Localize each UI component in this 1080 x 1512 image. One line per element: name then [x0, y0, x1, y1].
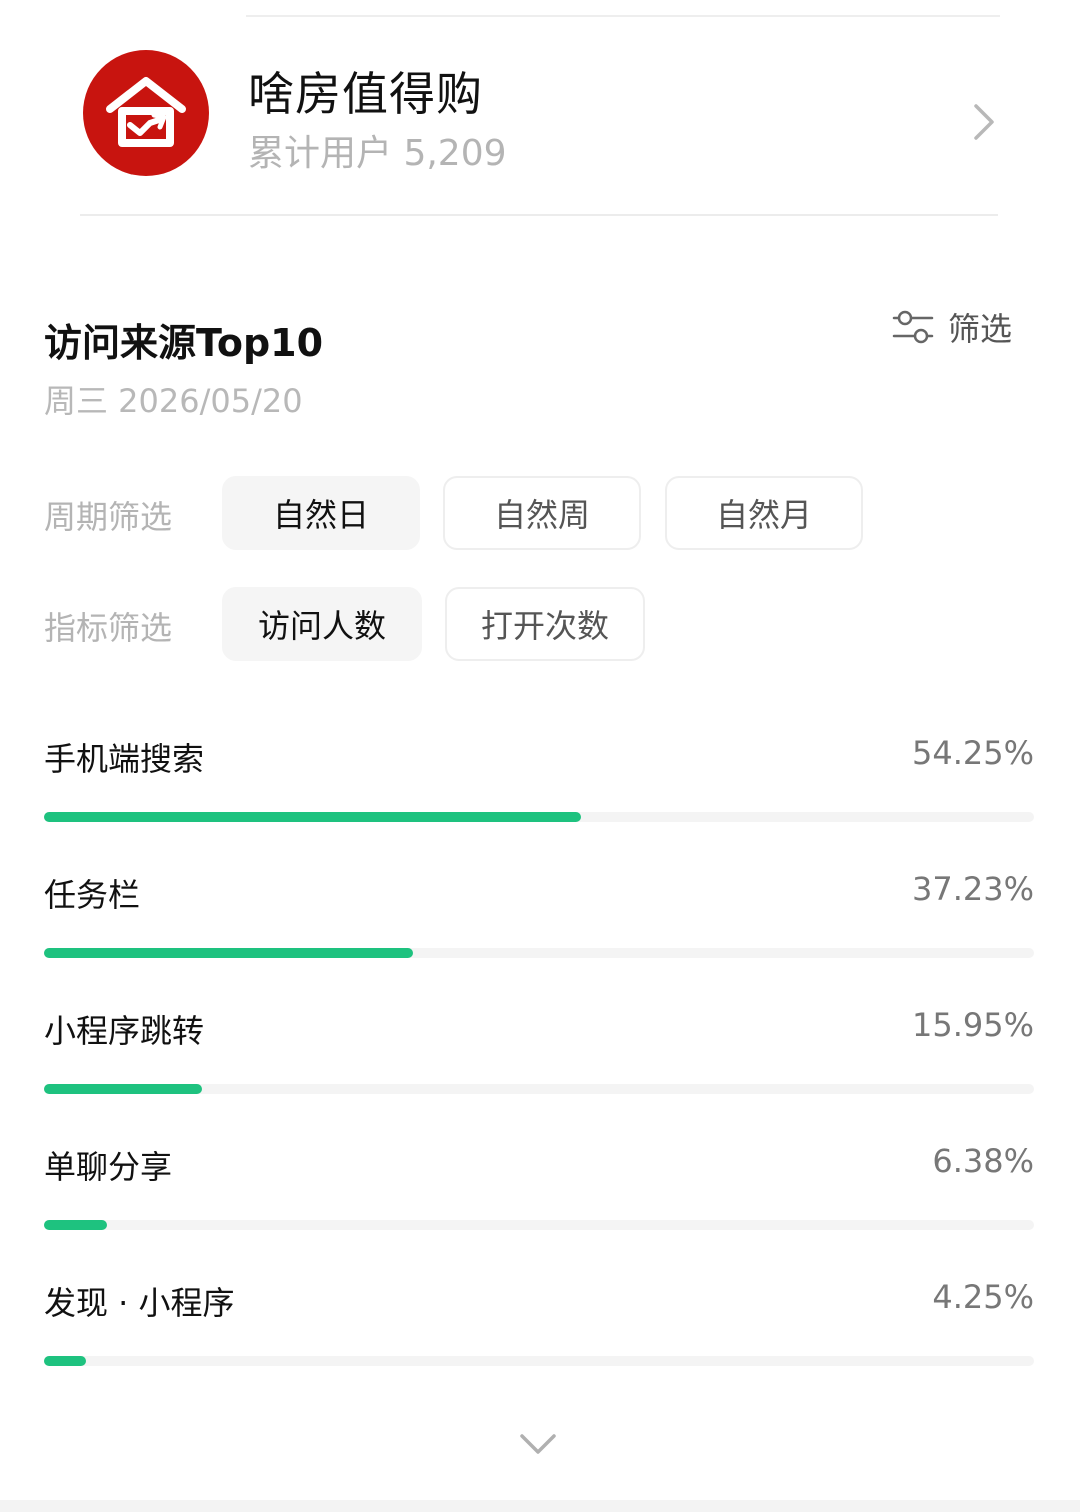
source-percent: 15.95% — [911, 1006, 1034, 1044]
period-option-day[interactable]: 自然日 — [222, 476, 420, 550]
chevron-down-icon[interactable] — [516, 1428, 560, 1458]
page: 啥房值得购 累计用户 5,209 访问来源Top10 周三 2026/05/20… — [0, 0, 1080, 1512]
source-item: 手机端搜索 54.25% — [44, 734, 1034, 864]
filter-button[interactable]: 筛选 — [892, 304, 1012, 350]
source-percent: 6.38% — [932, 1142, 1034, 1180]
top-divider — [246, 15, 1000, 17]
progress-fill — [44, 1084, 202, 1094]
source-item: 任务栏 37.23% — [44, 870, 1034, 1000]
metric-option-opens[interactable]: 打开次数 — [445, 587, 645, 661]
source-name: 手机端搜索 — [44, 740, 205, 778]
source-percent: 4.25% — [932, 1278, 1034, 1316]
source-percent: 37.23% — [911, 870, 1034, 908]
period-filter-label: 周期筛选 — [44, 498, 173, 536]
source-name: 小程序跳转 — [44, 1012, 205, 1050]
progress-track — [44, 1220, 1034, 1230]
bottom-strip — [0, 1500, 1080, 1512]
source-item: 发现 · 小程序 4.25% — [44, 1278, 1034, 1408]
section-title: 访问来源Top10 — [44, 321, 324, 365]
progress-fill — [44, 1220, 108, 1230]
source-item: 单聊分享 6.38% — [44, 1142, 1034, 1272]
app-name: 啥房值得购 — [248, 67, 483, 121]
app-card[interactable]: 啥房值得购 累计用户 5,209 — [80, 40, 1000, 200]
source-name: 发现 · 小程序 — [44, 1284, 235, 1322]
progress-fill — [44, 948, 413, 958]
period-option-week[interactable]: 自然周 — [443, 476, 641, 550]
progress-fill — [44, 1356, 87, 1366]
source-item: 小程序跳转 15.95% — [44, 1006, 1034, 1136]
sliders-icon — [892, 310, 934, 344]
source-name: 任务栏 — [44, 876, 141, 914]
chevron-right-icon[interactable] — [968, 100, 998, 144]
source-percent: 54.25% — [911, 734, 1034, 772]
progress-track — [44, 1356, 1034, 1366]
house-chart-icon — [106, 77, 186, 147]
progress-track — [44, 812, 1034, 822]
source-name: 单聊分享 — [44, 1148, 173, 1186]
filter-label: 筛选 — [948, 310, 1013, 348]
app-user-count: 累计用户 5,209 — [248, 133, 507, 174]
metric-option-visitors[interactable]: 访问人数 — [222, 587, 422, 661]
period-option-month[interactable]: 自然月 — [665, 476, 863, 550]
progress-track — [44, 1084, 1034, 1094]
app-logo — [83, 50, 209, 176]
section-divider — [80, 214, 998, 216]
progress-fill — [44, 812, 582, 822]
progress-track — [44, 948, 1034, 958]
section-date: 周三 2026/05/20 — [44, 382, 303, 420]
metric-filter-label: 指标筛选 — [44, 609, 173, 647]
